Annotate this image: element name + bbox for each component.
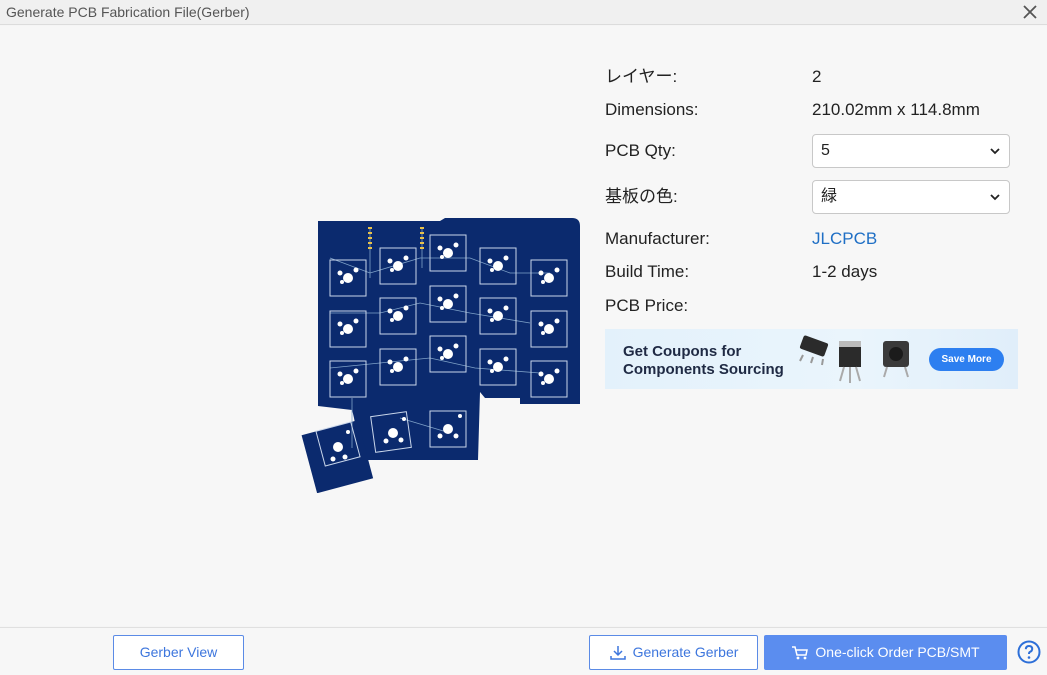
generate-gerber-button[interactable]: Generate Gerber [589,635,758,670]
color-label: 基板の色: [605,187,678,206]
manufacturer-label: Manufacturer: [605,229,710,248]
color-select[interactable]: 緑 [812,180,1010,214]
build-time-label: Build Time: [605,262,690,281]
title-bar: Generate PCB Fabrication File(Gerber) [0,0,1047,25]
footer-bar: Gerber View Generate Gerber One-click Or… [0,627,1047,675]
manufacturer-link[interactable]: JLCPCB [812,222,877,256]
qty-selected-value: 5 [821,142,830,159]
chevron-down-icon [990,194,1000,201]
coupon-banner[interactable]: Get Coupons for Components Sourcing Save… [605,329,1018,389]
banner-line1: Get Coupons for [623,343,742,360]
dialog-body: レイヤー: 2 Dimensions: 210.02mm x 114.8mm P… [0,26,1047,626]
dialog-title: Generate PCB Fabrication File(Gerber) [6,4,250,20]
color-selected-value: 緑 [821,188,838,205]
one-click-order-button[interactable]: One-click Order PCB/SMT [764,635,1007,670]
download-icon [609,646,626,661]
gerber-view-button[interactable]: Gerber View [113,635,244,670]
one-click-order-label: One-click Order PCB/SMT [815,644,980,660]
build-time-value: 1-2 days [812,262,878,281]
qty-select[interactable]: 5 [812,134,1010,168]
chevron-down-icon [990,148,1000,155]
banner-line2: Components Sourcing [623,361,784,378]
color-row: 基板の色: 緑 [605,180,1025,214]
components-image [799,335,909,383]
layers-label: レイヤー: [605,67,678,86]
price-label: PCB Price: [605,296,689,315]
dimensions-label: Dimensions: [605,100,699,119]
gerber-view-label: Gerber View [139,644,218,660]
pcb-preview [301,218,580,493]
help-icon[interactable] [1017,640,1041,664]
layers-value: 2 [812,67,822,86]
close-icon[interactable] [1019,1,1041,23]
build-time-row: Build Time: 1-2 days [605,255,1025,289]
cart-icon [792,646,809,660]
manufacturer-row: Manufacturer: JLCPCB [605,222,1025,256]
dimensions-row: Dimensions: 210.02mm x 114.8mm [605,93,1025,127]
price-row: PCB Price: [605,289,1025,323]
layers-row: レイヤー: 2 [605,60,1025,94]
generate-gerber-label: Generate Gerber [632,644,739,660]
qty-label: PCB Qty: [605,141,676,160]
save-more-button[interactable]: Save More [929,348,1004,371]
qty-row: PCB Qty: 5 [605,134,1025,168]
dimensions-value: 210.02mm x 114.8mm [812,100,980,119]
